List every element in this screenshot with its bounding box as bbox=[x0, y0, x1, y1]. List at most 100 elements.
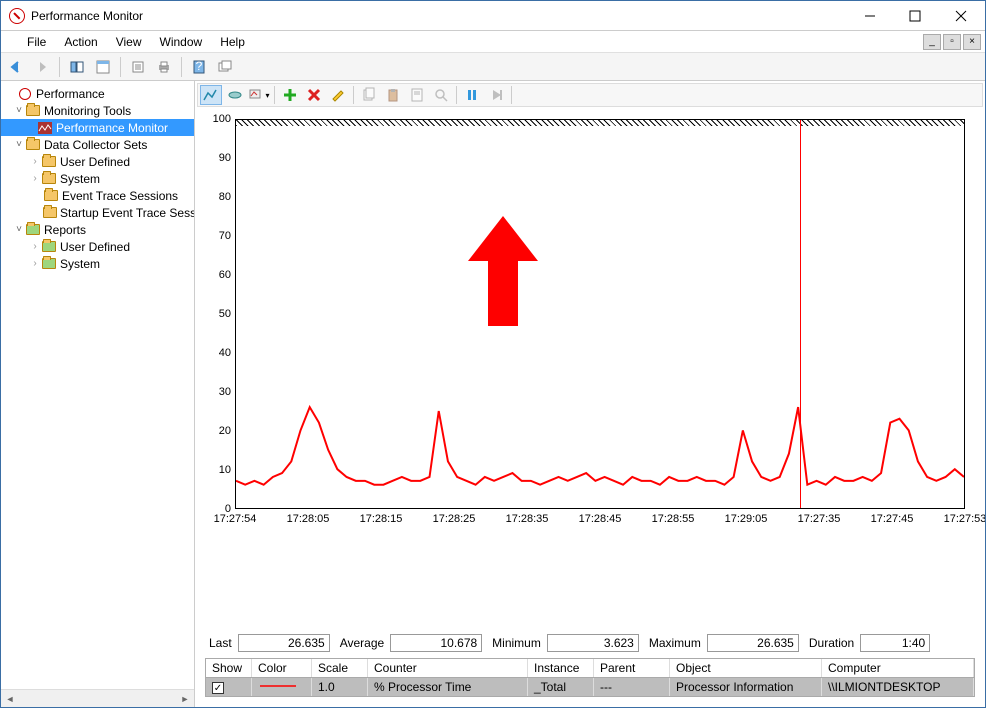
counter-table-header: Show Color Scale Counter Instance Parent… bbox=[206, 659, 974, 678]
forward-button[interactable] bbox=[31, 56, 53, 78]
col-scale[interactable]: Scale bbox=[312, 659, 368, 677]
table-row[interactable]: ✓ 1.0 % Processor Time _Total --- Proces… bbox=[206, 678, 974, 697]
chart-x-axis: 17:27:5417:28:0517:28:1517:28:2517:28:35… bbox=[235, 511, 965, 529]
col-parent[interactable]: Parent bbox=[594, 659, 670, 677]
stat-last-label: Last bbox=[205, 636, 238, 650]
tree-data-collector-sets[interactable]: ˅ Data Collector Sets bbox=[1, 136, 194, 153]
stat-max-value: 26.635 bbox=[707, 634, 799, 652]
stat-min-value: 3.623 bbox=[547, 634, 639, 652]
tree-label: Reports bbox=[44, 223, 86, 237]
tree-label: System bbox=[60, 172, 100, 186]
tree-root-performance[interactable]: Performance bbox=[1, 85, 194, 102]
counter-name: % Processor Time bbox=[368, 678, 528, 696]
main-area: Performance ˅ Monitoring Tools Performan… bbox=[1, 81, 985, 707]
mdi-close-button[interactable]: × bbox=[963, 34, 981, 50]
tree-horizontal-scrollbar[interactable]: ◄ ► bbox=[1, 689, 194, 707]
tree-label: System bbox=[60, 257, 100, 271]
window-title: Performance Monitor bbox=[31, 9, 847, 23]
show-hide-tree-button[interactable] bbox=[66, 56, 88, 78]
col-show[interactable]: Show bbox=[206, 659, 252, 677]
stat-avg-label: Average bbox=[336, 636, 390, 650]
tree-label: Performance Monitor bbox=[56, 121, 168, 135]
menu-window[interactable]: Window bbox=[152, 33, 211, 51]
counter-instance: _Total bbox=[528, 678, 594, 696]
counter-show-checkbox[interactable]: ✓ bbox=[212, 682, 224, 694]
col-object[interactable]: Object bbox=[670, 659, 822, 677]
tree-label: Startup Event Trace Sessions bbox=[60, 206, 194, 220]
properties-button[interactable] bbox=[92, 56, 114, 78]
mdi-minimize-button[interactable]: _ bbox=[923, 34, 941, 50]
graph-type-button[interactable]: ▾ bbox=[248, 85, 270, 105]
chart-line bbox=[236, 120, 964, 508]
menu-help[interactable]: Help bbox=[212, 33, 253, 51]
update-button[interactable] bbox=[485, 85, 507, 105]
tree-label: User Defined bbox=[60, 155, 130, 169]
counter-table: Show Color Scale Counter Instance Parent… bbox=[205, 658, 975, 698]
mmc-toolbar: ? bbox=[1, 53, 985, 81]
tree-reports[interactable]: ˅ Reports bbox=[1, 221, 194, 238]
scroll-left-icon[interactable]: ◄ bbox=[1, 694, 19, 704]
export-button[interactable] bbox=[127, 56, 149, 78]
chart-now-line bbox=[800, 120, 801, 508]
back-button[interactable] bbox=[5, 56, 27, 78]
minimize-button[interactable] bbox=[847, 1, 892, 30]
view-log-button[interactable] bbox=[224, 85, 246, 105]
menu-view[interactable]: View bbox=[108, 33, 150, 51]
tree-event-trace-sessions[interactable]: Event Trace Sessions bbox=[1, 187, 194, 204]
counter-object: Processor Information bbox=[670, 678, 822, 696]
view-current-button[interactable] bbox=[200, 85, 222, 105]
tree-reports-user-defined[interactable]: › User Defined bbox=[1, 238, 194, 255]
col-instance[interactable]: Instance bbox=[528, 659, 594, 677]
stat-min-label: Minimum bbox=[488, 636, 547, 650]
stats-bar: Last26.635 Average10.678 Minimum3.623 Ma… bbox=[205, 634, 975, 652]
counter-computer: \\ILMIONTDESKTOP bbox=[822, 678, 974, 696]
perfmon-toolbar: ▾ bbox=[197, 83, 983, 107]
mdi-restore-button[interactable]: ▫ bbox=[943, 34, 961, 50]
tree-dcs-system[interactable]: › System bbox=[1, 170, 194, 187]
tree-dcs-user-defined[interactable]: › User Defined bbox=[1, 153, 194, 170]
tree-reports-system[interactable]: › System bbox=[1, 255, 194, 272]
menu-action[interactable]: Action bbox=[56, 33, 105, 51]
menu-bar: File Action View Window Help _ ▫ × bbox=[1, 31, 985, 53]
stat-avg-value: 10.678 bbox=[390, 634, 482, 652]
tree-startup-event-trace[interactable]: Startup Event Trace Sessions bbox=[1, 204, 194, 221]
close-button[interactable] bbox=[937, 1, 985, 30]
counter-parent: --- bbox=[594, 678, 670, 696]
svg-text:?: ? bbox=[196, 59, 203, 73]
properties-icon-button[interactable] bbox=[406, 85, 428, 105]
tree-label: Performance bbox=[36, 87, 105, 101]
tree-label: Event Trace Sessions bbox=[62, 189, 178, 203]
help-button[interactable]: ? bbox=[188, 56, 210, 78]
chart-plot[interactable] bbox=[235, 119, 965, 509]
paste-button[interactable] bbox=[382, 85, 404, 105]
print-button[interactable] bbox=[153, 56, 175, 78]
mdi-controls: _ ▫ × bbox=[923, 34, 985, 50]
zoom-button[interactable] bbox=[430, 85, 452, 105]
stat-last-value: 26.635 bbox=[238, 634, 330, 652]
scroll-right-icon[interactable]: ► bbox=[176, 694, 194, 704]
menu-file[interactable]: File bbox=[19, 33, 54, 51]
counter-color-swatch bbox=[252, 678, 312, 696]
maximize-button[interactable] bbox=[892, 1, 937, 30]
copy-button[interactable] bbox=[358, 85, 380, 105]
tree-pane: Performance ˅ Monitoring Tools Performan… bbox=[1, 81, 195, 707]
tree-performance-monitor[interactable]: Performance Monitor bbox=[1, 119, 194, 136]
counter-scale: 1.0 bbox=[312, 678, 368, 696]
app-icon bbox=[9, 8, 25, 24]
new-window-button[interactable] bbox=[214, 56, 236, 78]
col-color[interactable]: Color bbox=[252, 659, 312, 677]
col-computer[interactable]: Computer bbox=[822, 659, 974, 677]
stat-dur-label: Duration bbox=[805, 636, 860, 650]
tree-label: Monitoring Tools bbox=[44, 104, 131, 118]
highlight-button[interactable] bbox=[327, 85, 349, 105]
freeze-button[interactable] bbox=[461, 85, 483, 105]
stat-max-label: Maximum bbox=[645, 636, 707, 650]
tree-monitoring-tools[interactable]: ˅ Monitoring Tools bbox=[1, 102, 194, 119]
window-titlebar: Performance Monitor bbox=[1, 1, 985, 31]
tree-label: User Defined bbox=[60, 240, 130, 254]
add-counter-button[interactable] bbox=[279, 85, 301, 105]
tree-label: Data Collector Sets bbox=[44, 138, 147, 152]
col-counter[interactable]: Counter bbox=[368, 659, 528, 677]
delete-counter-button[interactable] bbox=[303, 85, 325, 105]
content-pane: ▾ 0102030405060708090100 bbox=[195, 81, 985, 707]
